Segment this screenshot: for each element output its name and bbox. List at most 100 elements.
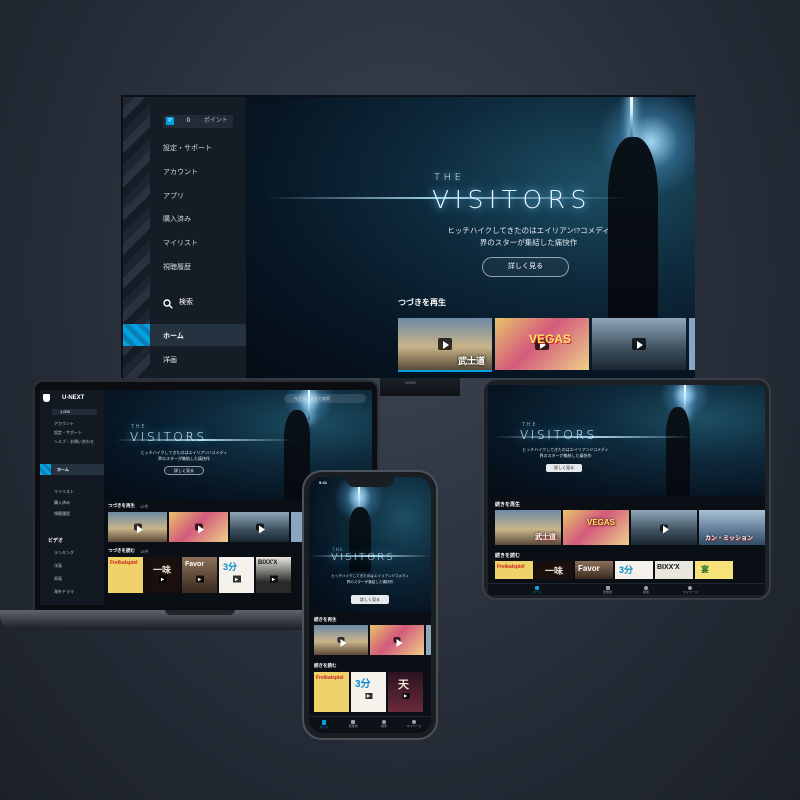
tablet-read-title: 続きを読む — [495, 553, 521, 559]
laptop-search-input[interactable]: 作品名、人名で検索 — [284, 394, 366, 403]
menu-search[interactable]: 検索 — [179, 297, 193, 307]
laptop-book-4[interactable]: 3分 ▶ — [219, 557, 254, 593]
menu-apps[interactable]: アプリ — [163, 191, 184, 201]
play-icon[interactable] — [194, 523, 204, 534]
laptop-menu-mylist[interactable]: マイリスト — [54, 489, 74, 495]
laptop-thumb-1[interactable] — [108, 512, 167, 542]
hero-title: VISITORS — [520, 428, 597, 442]
play-icon[interactable]: ▶ — [232, 575, 241, 583]
laptop-thumb-2[interactable] — [169, 512, 228, 542]
menu-settings[interactable]: 設定・サポート — [163, 143, 212, 153]
laptop-menu-ranking[interactable]: ランキング — [54, 550, 74, 556]
tab-search[interactable]: 検索 — [377, 720, 391, 728]
points-label: ポイント — [203, 118, 228, 124]
laptop-home-label: ホーム — [57, 467, 69, 472]
laptop-thumb-3[interactable] — [230, 512, 289, 542]
thumb-1[interactable]: 武士道 — [398, 318, 492, 370]
tab-home[interactable]: ホーム — [533, 586, 542, 594]
play-icon[interactable] — [632, 338, 646, 350]
play-icon[interactable] — [660, 524, 670, 534]
tablet-book-1[interactable]: Freikalspiel — [495, 561, 533, 579]
menu-account[interactable]: アカウント — [163, 167, 198, 177]
tablet-book-3[interactable]: Favor — [575, 561, 613, 579]
thumb-caption: カン・ミッション — [705, 536, 754, 542]
laptop-book-5[interactable]: BIXX'X ▶ — [256, 557, 291, 593]
laptop-menu-settings[interactable]: 設定・サポート — [54, 430, 82, 436]
laptop-menu-purchased[interactable]: 購入済み — [54, 500, 70, 506]
play-icon[interactable] — [337, 637, 347, 647]
tv-sidebar: P 0 ポイント 設定・サポート アカウント アプリ 購入済み マイリスト 視聴… — [123, 97, 246, 378]
play-icon[interactable]: ▶ — [402, 693, 409, 699]
laptop-menu-western[interactable]: 洋画 — [54, 563, 62, 569]
play-icon[interactable]: ▶ — [158, 575, 167, 583]
tv-hero[interactable]: THE VISITORS ヒッチハイクしてきたのはエイリアン!?コメディ 界のス… — [246, 97, 695, 378]
tablet-book-5[interactable]: BIXX'X — [655, 561, 693, 579]
book-title: 一味 — [545, 566, 564, 576]
play-icon[interactable] — [393, 637, 403, 647]
tablet-tabbar: ホーム 見放題 検索 マイページ — [488, 583, 765, 595]
tablet-book-6[interactable]: 宴 — [695, 561, 733, 579]
play-icon[interactable]: ▶ — [365, 693, 372, 699]
phone-thumb-1[interactable] — [314, 625, 368, 655]
tablet-thumb-1[interactable]: 武士道 — [495, 510, 561, 545]
thumb-3[interactable] — [592, 318, 686, 370]
laptop-book-3[interactable]: Favor ▶ — [182, 557, 217, 593]
book-title: 3分 — [223, 562, 238, 572]
laptop-menu-history[interactable]: 視聴履歴 — [54, 511, 70, 517]
thumb-4[interactable] — [689, 318, 695, 370]
detail-button[interactable]: 詳しく見る — [164, 466, 204, 475]
laptop-menu-account[interactable]: アカウント — [54, 421, 74, 427]
points-badge[interactable]: P 0 ポイント — [163, 115, 233, 128]
play-icon[interactable]: ▶ — [269, 575, 278, 583]
phone-book-2[interactable]: 3分 ▶ — [351, 672, 386, 712]
play-icon[interactable] — [133, 523, 143, 534]
phone-book-3[interactable]: 天 ▶ — [388, 672, 423, 712]
play-icon[interactable] — [255, 523, 265, 534]
phone-thumb-2[interactable] — [370, 625, 424, 655]
laptop-read-title: つづきを読む — [108, 548, 135, 553]
tab-label: ホーム — [319, 725, 329, 729]
detail-button[interactable]: 詳しく見る — [482, 257, 569, 277]
menu-home[interactable]: ホーム — [150, 324, 246, 346]
tablet-content: 続きを再生 武士道 VEGAS カン・ミッション 続きを読む Freikalsp… — [488, 497, 765, 595]
thumb-2[interactable]: VEGAS — [495, 318, 589, 370]
book-title: 宴 — [701, 565, 709, 574]
tab-unlimited[interactable]: 見放題 — [346, 720, 360, 728]
tab-search[interactable]: 検索 — [643, 586, 649, 594]
tablet-continue-title: 続きを再生 — [495, 502, 521, 508]
phone-thumb-3[interactable] — [426, 625, 431, 655]
play-icon[interactable]: ▶ — [195, 575, 204, 583]
tablet-book-4[interactable]: 3分 — [615, 561, 653, 579]
laptop-book-2[interactable]: 一味 ▶ — [145, 557, 180, 593]
laptop-menu-drama[interactable]: 海外ドラマ — [54, 589, 74, 595]
laptop-menu-japanese[interactable]: 邦画 — [54, 576, 62, 582]
menu-history[interactable]: 視聴履歴 — [163, 262, 191, 272]
menu-western[interactable]: 洋画 — [163, 355, 177, 365]
tablet-hero[interactable]: THE VISITORS ヒッチハイクしてきたのはエイリアン!?コメディ 界のス… — [488, 385, 765, 497]
tab-mypage[interactable]: マイページ — [406, 720, 422, 728]
tab-home[interactable]: ホーム — [317, 720, 331, 729]
laptop-menu-help[interactable]: ヘルプ・お問い合わせ — [54, 439, 94, 445]
phone-hero[interactable]: 9:41 THE VISITORS ヒッチハイクしてきたのはエイリアン!?コメデ… — [309, 477, 431, 612]
detail-button[interactable]: 詳しく見る — [351, 595, 389, 604]
detail-button[interactable]: 詳しく見る — [546, 464, 582, 472]
tablet-thumb-4[interactable]: カン・ミッション — [699, 510, 765, 545]
tablet-thumb-3[interactable] — [631, 510, 697, 545]
tablet-book-2[interactable]: 一味 — [535, 561, 573, 579]
menu-purchased[interactable]: 購入済み — [163, 214, 191, 224]
tab-unlimited[interactable]: 見放題 — [603, 586, 612, 594]
laptop-video-section: ビデオ — [48, 538, 64, 544]
phone-book-1[interactable]: Freikalspiel — [314, 672, 349, 712]
laptop-points[interactable]: 1,000 — [52, 409, 97, 415]
tab-mypage[interactable]: マイページ — [683, 586, 698, 594]
laptop-book-1[interactable]: Freikalspiel — [108, 557, 143, 593]
menu-mylist[interactable]: マイリスト — [163, 238, 198, 248]
laptop-menu-home[interactable]: ホーム — [51, 464, 104, 475]
home-accent — [123, 324, 150, 346]
points-icon: P — [166, 117, 174, 125]
tablet-thumb-2[interactable]: VEGAS — [563, 510, 629, 545]
light-beam-2 — [630, 97, 633, 137]
play-icon[interactable] — [438, 338, 452, 350]
thumb-caption: VEGAS — [529, 332, 572, 346]
tab-label: ホーム — [533, 590, 542, 594]
